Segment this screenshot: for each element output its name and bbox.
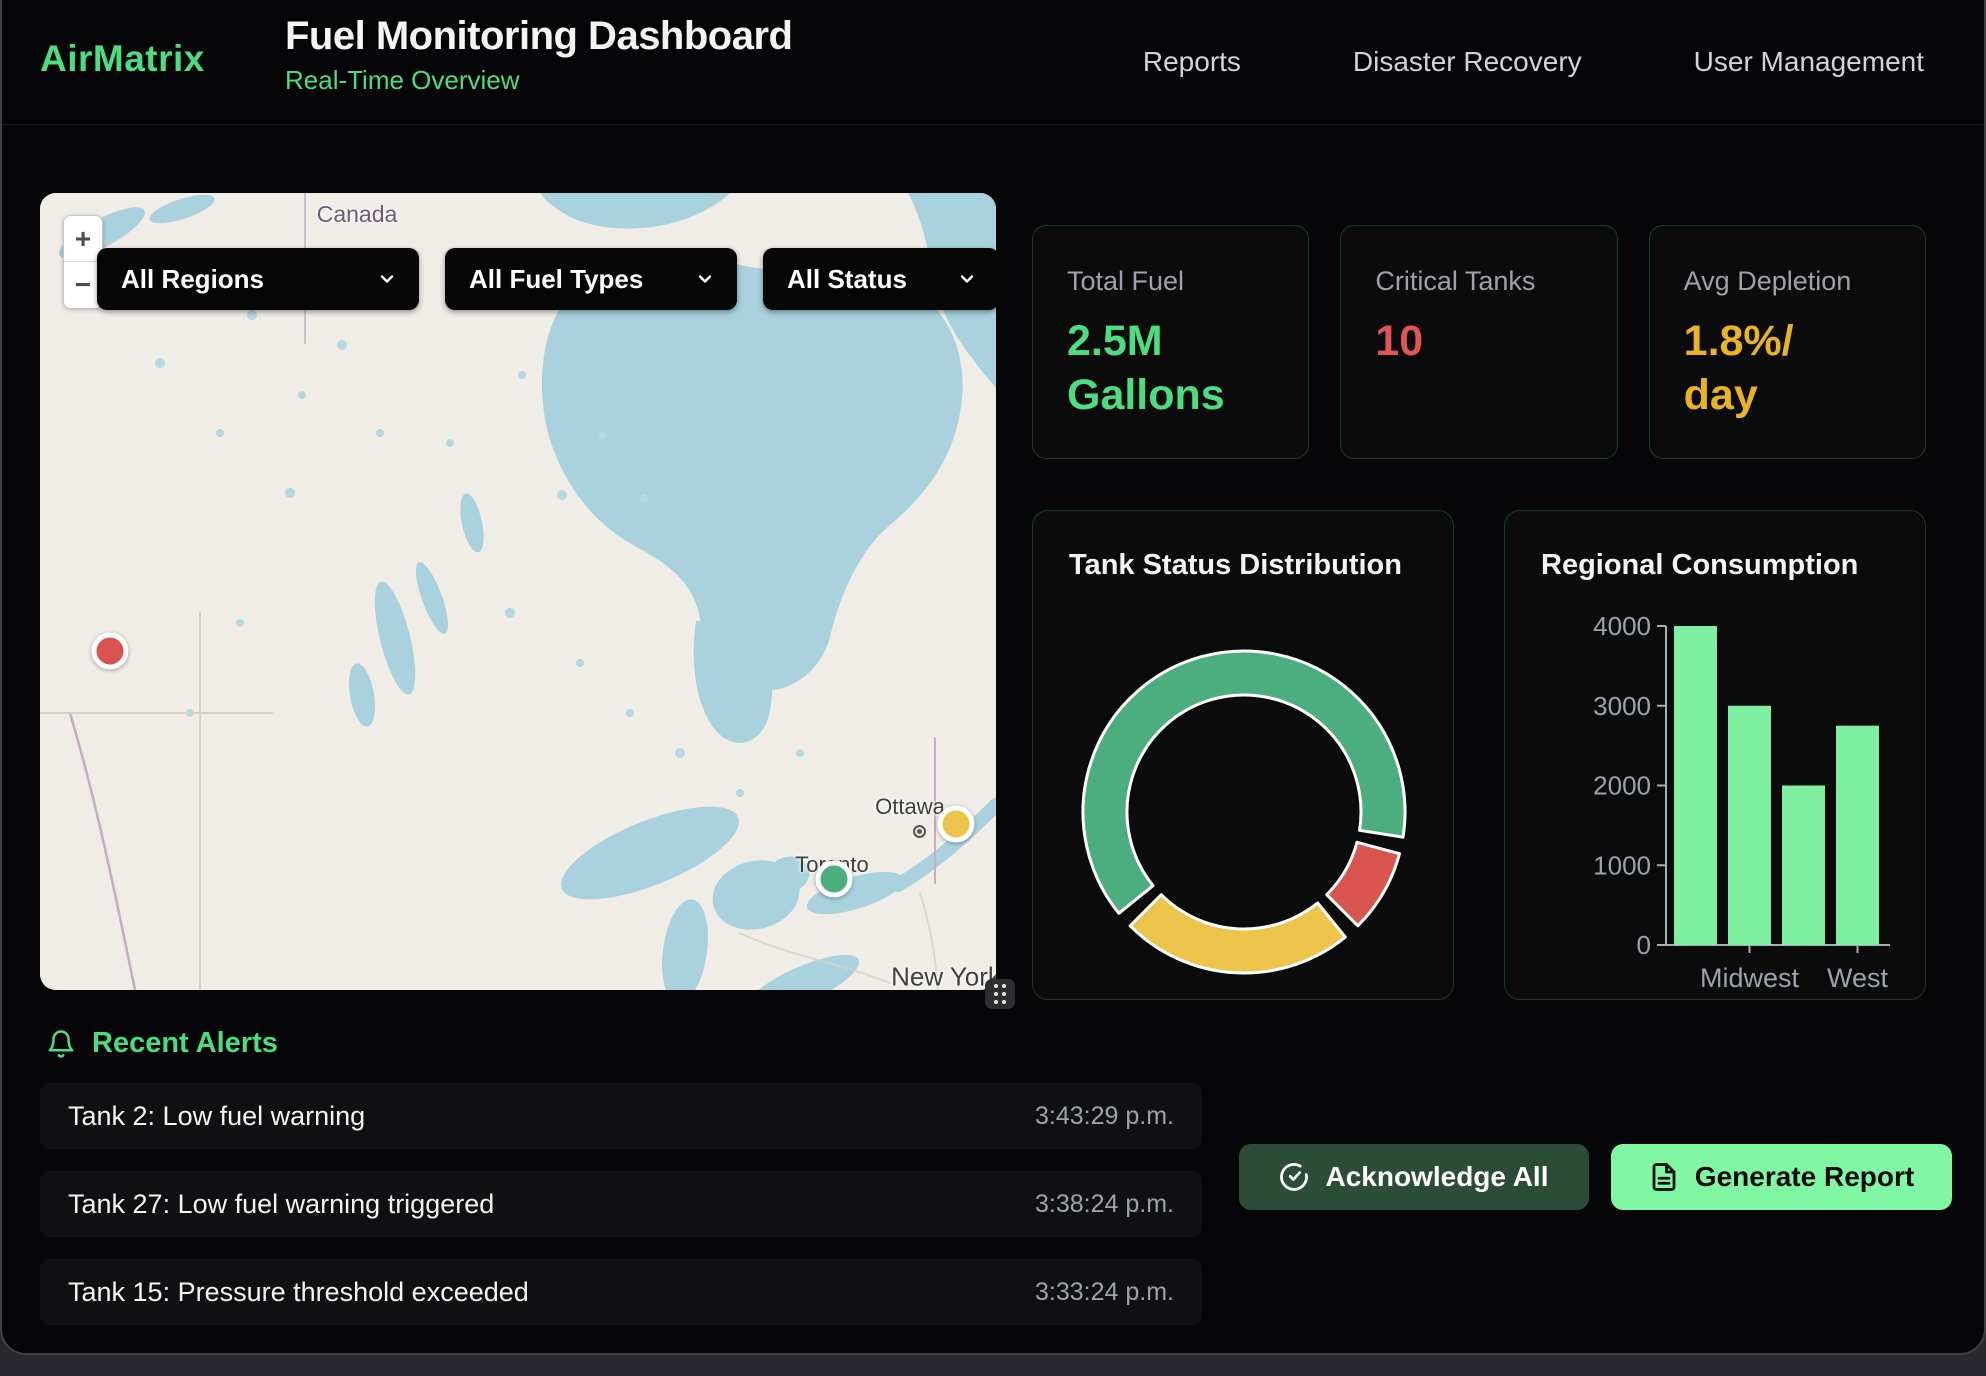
bar-chart: 0 1000 2000 3000 4000 Midwest West: [1505, 511, 1927, 1001]
nav-disaster-recovery[interactable]: Disaster Recovery: [1353, 46, 1582, 78]
chevron-down-icon: [377, 269, 397, 289]
tank-marker-normal[interactable]: [816, 861, 853, 898]
stat-label: Avg Depletion: [1684, 266, 1925, 297]
map-resize-handle[interactable]: [985, 979, 1015, 1009]
region-filter-select[interactable]: All Regions: [97, 248, 419, 310]
acknowledge-all-label: Acknowledge All: [1325, 1161, 1548, 1193]
header: AirMatrix Fuel Monitoring Dashboard Real…: [2, 0, 1984, 125]
city-dot-icon: [913, 825, 926, 838]
acknowledge-all-button[interactable]: Acknowledge All: [1239, 1144, 1589, 1210]
alert-message: Tank 27: Low fuel warning triggered: [68, 1189, 494, 1220]
status-filter-value: All Status: [787, 264, 907, 295]
region-filter-value: All Regions: [121, 264, 264, 295]
svg-text:2000: 2000: [1593, 771, 1651, 801]
regional-consumption-chart-card: Regional Consumption 0 1000 2000 3000 4000 Mi…: [1504, 510, 1926, 1000]
generate-report-label: Generate Report: [1695, 1161, 1914, 1193]
map-filters: All Regions All Fuel Types All Status: [97, 248, 996, 310]
svg-text:Midwest: Midwest: [1700, 963, 1800, 993]
tank-marker-critical[interactable]: [92, 633, 129, 670]
dashboard-root: AirMatrix Fuel Monitoring Dashboard Real…: [0, 0, 1986, 1355]
chevron-down-icon: [695, 269, 715, 289]
alerts-heading: Recent Alerts: [46, 1027, 278, 1060]
donut-chart: [1033, 511, 1455, 1001]
map-city-label-newyork: New York: [891, 962, 996, 991]
nav-user-management[interactable]: User Management: [1694, 46, 1924, 78]
page-subtitle: Real-Time Overview: [285, 65, 792, 96]
nav-reports[interactable]: Reports: [1143, 46, 1241, 78]
stat-value: 1.8%/ day: [1684, 315, 1859, 423]
svg-text:West: West: [1827, 963, 1889, 993]
svg-text:3000: 3000: [1593, 691, 1651, 721]
tank-status-chart-card: Tank Status Distribution: [1032, 510, 1454, 1000]
alert-row[interactable]: Tank 15: Pressure threshold exceeded 3:3…: [40, 1259, 1202, 1325]
alert-time: 3:33:24 p.m.: [1035, 1278, 1174, 1307]
status-filter-select[interactable]: All Status: [763, 248, 996, 310]
stat-card-avg-depletion: Avg Depletion 1.8%/ day: [1649, 225, 1926, 459]
page-title: Fuel Monitoring Dashboard: [285, 14, 792, 59]
stat-value: 2.5M Gallons: [1067, 315, 1242, 423]
svg-text:0: 0: [1637, 930, 1651, 960]
main-nav: Reports Disaster Recovery User Managemen…: [1143, 0, 1924, 124]
page-titles: Fuel Monitoring Dashboard Real-Time Over…: [285, 14, 792, 96]
map-panel[interactable]: Canada Ottawa Toronto New York + − All R…: [40, 193, 996, 990]
alerts-list: Tank 2: Low fuel warning 3:43:29 p.m. Ta…: [40, 1083, 1202, 1347]
generate-report-button[interactable]: Generate Report: [1611, 1144, 1952, 1210]
chart-title: Tank Status Distribution: [1069, 549, 1402, 582]
alert-message: Tank 15: Pressure threshold exceeded: [68, 1277, 529, 1308]
alerts-heading-label: Recent Alerts: [92, 1027, 278, 1060]
alert-row[interactable]: Tank 27: Low fuel warning triggered 3:38…: [40, 1171, 1202, 1237]
fuel-type-filter-select[interactable]: All Fuel Types: [445, 248, 737, 310]
tank-marker-warning[interactable]: [938, 806, 975, 843]
alert-message: Tank 2: Low fuel warning: [68, 1101, 365, 1132]
svg-text:4000: 4000: [1593, 611, 1651, 641]
stat-value: 10: [1375, 315, 1550, 369]
map-city-label-ottawa: Ottawa: [875, 794, 945, 820]
stats-row: Total Fuel 2.5M Gallons Critical Tanks 1…: [1032, 225, 1926, 459]
stat-card-critical-tanks: Critical Tanks 10: [1340, 225, 1617, 459]
stat-label: Total Fuel: [1067, 266, 1308, 297]
svg-text:1000: 1000: [1593, 850, 1651, 880]
alert-row[interactable]: Tank 2: Low fuel warning 3:43:29 p.m.: [40, 1083, 1202, 1149]
check-circle-icon: [1279, 1162, 1309, 1192]
chart-title: Regional Consumption: [1541, 549, 1858, 582]
bell-icon: [46, 1029, 76, 1059]
stat-card-total-fuel: Total Fuel 2.5M Gallons: [1032, 225, 1309, 459]
map-country-label: Canada: [317, 201, 398, 228]
file-text-icon: [1649, 1162, 1679, 1192]
alert-time: 3:43:29 p.m.: [1035, 1102, 1174, 1131]
fuel-type-filter-value: All Fuel Types: [469, 264, 643, 295]
alert-time: 3:38:24 p.m.: [1035, 1190, 1174, 1219]
stat-label: Critical Tanks: [1375, 266, 1616, 297]
app-logo: AirMatrix: [40, 38, 205, 80]
chevron-down-icon: [957, 269, 977, 289]
